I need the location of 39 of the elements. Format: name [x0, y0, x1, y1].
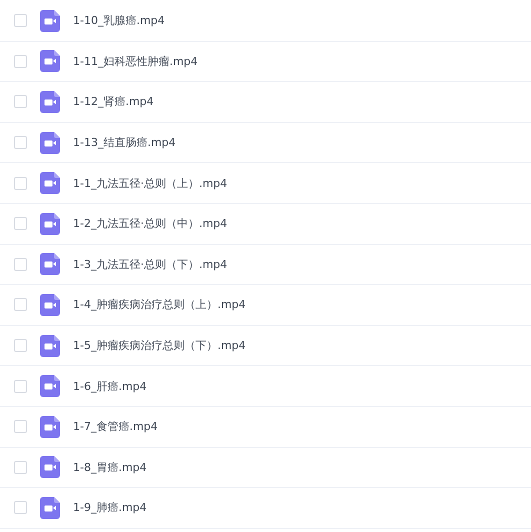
checkbox[interactable]	[14, 95, 27, 108]
video-file-icon	[40, 50, 60, 72]
checkbox[interactable]	[14, 14, 27, 28]
file-name[interactable]: 1-6_肝癌.mp4	[73, 378, 147, 394]
checkbox[interactable]	[14, 217, 27, 230]
checkbox[interactable]	[14, 136, 27, 150]
file-name[interactable]: 1-8_胃癌.mp4	[73, 460, 147, 475]
video-file-icon	[40, 375, 60, 398]
checkbox[interactable]	[14, 339, 27, 352]
checkbox[interactable]	[14, 501, 27, 514]
video-file-icon	[40, 132, 60, 154]
file-name[interactable]: 1-3_九法五径·总则（下）.mp4	[73, 256, 228, 272]
file-name[interactable]: 1-7_食管癌.mp4	[73, 419, 158, 434]
file-name[interactable]: 1-10_乳腺癌.mp4	[73, 13, 165, 28]
checkbox[interactable]	[14, 176, 27, 190]
file-name[interactable]: 1-11_妇科恶性肿瘤.mp4	[73, 54, 198, 69]
file-name[interactable]: 1-13_结直肠癌.mp4	[73, 135, 176, 150]
video-file-icon	[40, 294, 60, 316]
checkbox[interactable]	[14, 298, 27, 312]
video-file-icon	[40, 496, 60, 519]
video-file-icon	[40, 253, 60, 276]
checkbox[interactable]	[14, 420, 27, 434]
video-file-icon	[40, 212, 60, 235]
video-file-icon	[40, 172, 60, 194]
file-name[interactable]: 1-2_九法五径·总则（中）.mp4	[73, 216, 228, 232]
file-name[interactable]: 1-5_肿瘤疾病治疗总则（下）.mp4	[73, 338, 246, 354]
file-name[interactable]: 1-12_肾癌.mp4	[73, 94, 154, 110]
checkbox[interactable]	[14, 460, 27, 474]
video-file-icon	[40, 10, 60, 32]
video-file-icon	[40, 90, 60, 113]
checkbox[interactable]	[14, 258, 27, 271]
file-name[interactable]: 1-9_肺癌.mp4	[73, 500, 147, 516]
file-name[interactable]: 1-1_九法五径·总则（上）.mp4	[73, 176, 228, 191]
checkbox[interactable]	[14, 54, 27, 68]
video-file-icon	[40, 416, 60, 438]
video-file-icon	[40, 334, 60, 357]
checkbox[interactable]	[14, 380, 27, 393]
file-name[interactable]: 1-4_肿瘤疾病治疗总则（上）.mp4	[73, 297, 246, 312]
video-file-icon	[40, 456, 60, 478]
